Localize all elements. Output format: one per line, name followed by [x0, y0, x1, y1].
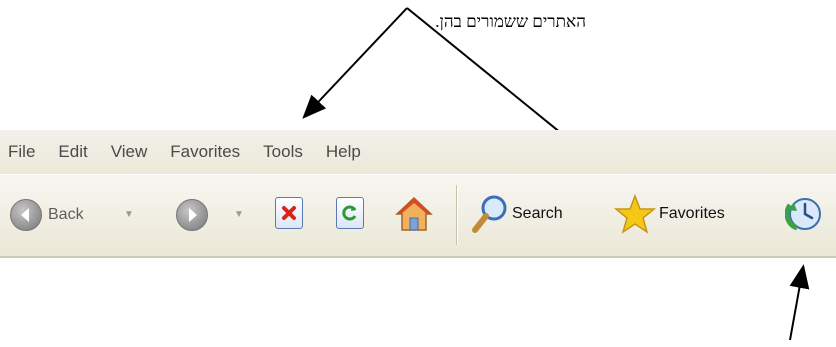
magnifier-icon	[472, 195, 507, 233]
home-icon	[395, 196, 433, 231]
refresh-icon	[336, 197, 364, 229]
menu-help[interactable]: Help	[326, 142, 361, 162]
arrow-to-history-button	[789, 264, 810, 341]
search-button[interactable]: Search	[470, 193, 563, 235]
stop-button[interactable]	[275, 197, 303, 229]
forward-button[interactable]	[176, 199, 208, 231]
chevron-down-icon: ▼	[124, 209, 134, 220]
instruction-caption: האתרים ששמורים בהן.	[435, 12, 586, 31]
back-dropdown-button[interactable]: ▼	[124, 209, 134, 220]
menu-file[interactable]: File	[8, 142, 35, 162]
favorites-button[interactable]: Favorites	[614, 193, 725, 235]
star-icon	[614, 193, 656, 234]
stop-icon	[275, 197, 303, 229]
menu-tools[interactable]: Tools	[263, 142, 303, 162]
home-button[interactable]	[394, 195, 434, 233]
menu-edit[interactable]: Edit	[58, 142, 87, 162]
toolbar-separator	[456, 185, 458, 245]
menu-bar: File Edit View Favorites Tools Help	[0, 130, 836, 174]
refresh-button[interactable]	[336, 197, 364, 229]
menu-favorites[interactable]: Favorites	[170, 142, 240, 162]
search-label: Search	[512, 205, 563, 222]
history-button[interactable]	[785, 195, 823, 233]
history-clock-icon	[785, 198, 821, 231]
chevron-down-icon: ▼	[234, 209, 244, 220]
back-arrow-icon	[10, 199, 42, 231]
forward-arrow-icon	[176, 199, 208, 231]
back-label: Back	[48, 206, 84, 223]
arrow-to-favorites-menu	[302, 7, 408, 119]
menu-view[interactable]: View	[111, 142, 148, 162]
back-button[interactable]: Back	[10, 199, 84, 231]
standard-toolbar: Back ▼ ▼ Search Favorites	[0, 174, 836, 258]
favorites-label: Favorites	[659, 205, 725, 222]
forward-dropdown-button[interactable]: ▼	[234, 209, 244, 220]
